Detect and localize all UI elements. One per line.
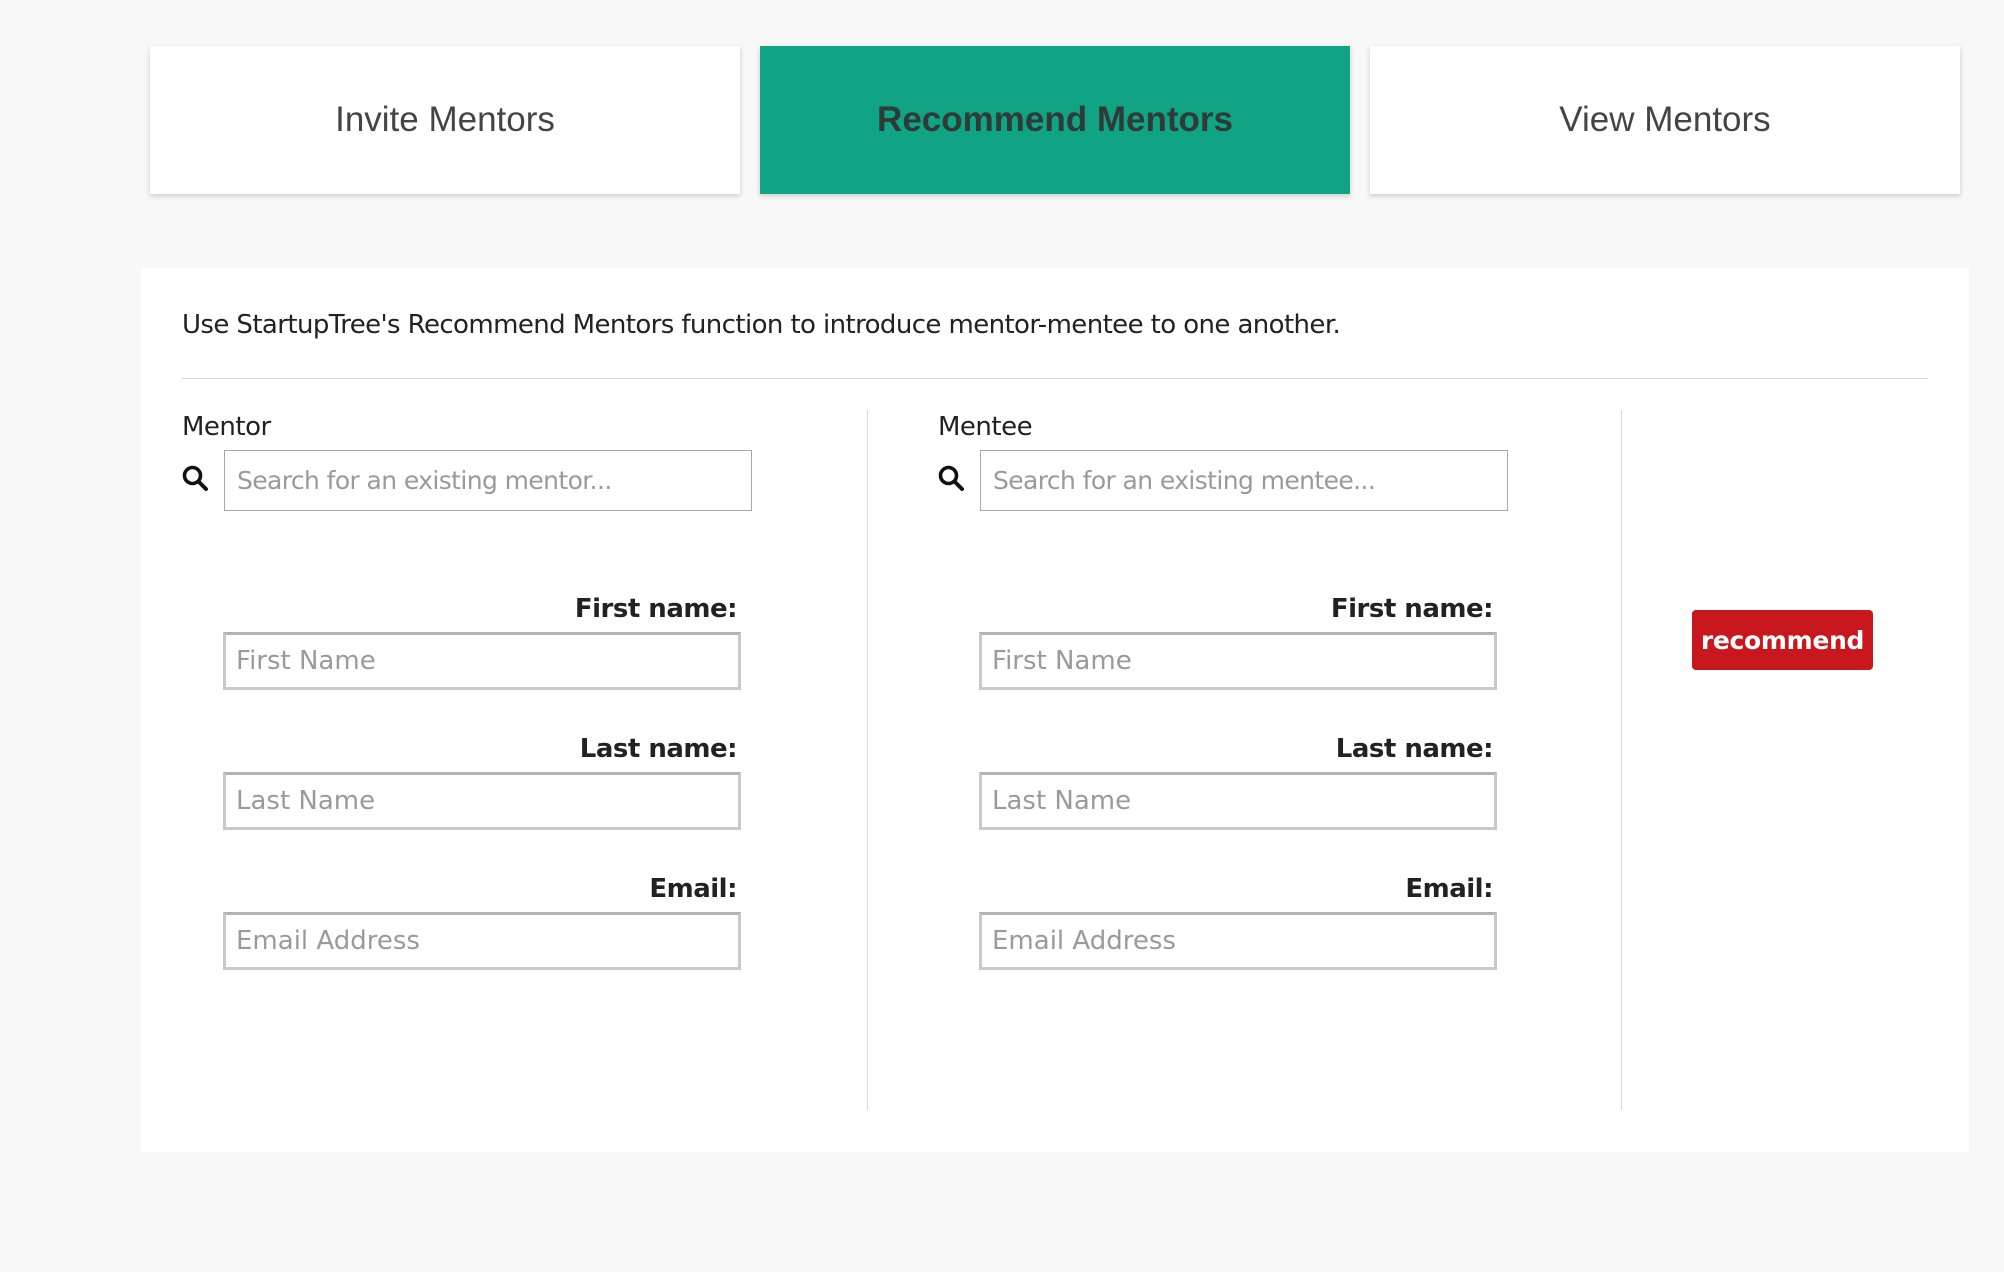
mentee-heading: Mentee xyxy=(938,412,1033,442)
divider xyxy=(182,378,1928,379)
search-icon xyxy=(182,465,208,491)
tab-invite-mentors[interactable]: Invite Mentors xyxy=(150,46,740,194)
mentor-heading: Mentor xyxy=(182,412,271,442)
intro-text: Use StartupTree's Recommend Mentors func… xyxy=(182,310,1341,340)
mentor-email-field[interactable] xyxy=(223,912,741,970)
mentee-last-name-label: Last name: xyxy=(1335,734,1494,764)
search-icon xyxy=(938,465,964,491)
mentor-first-name-field[interactable] xyxy=(223,632,741,690)
column-divider xyxy=(867,410,868,1110)
mentee-last-name-field[interactable] xyxy=(979,772,1497,830)
mentee-first-name-field[interactable] xyxy=(979,632,1497,690)
mentor-email-label: Email: xyxy=(649,874,737,904)
column-divider xyxy=(1621,410,1622,1110)
mentee-email-field[interactable] xyxy=(979,912,1497,970)
recommend-panel: Use StartupTree's Recommend Mentors func… xyxy=(141,268,1969,1152)
tab-recommend-mentors[interactable]: Recommend Mentors xyxy=(760,46,1350,194)
mentor-search-input[interactable] xyxy=(224,450,752,511)
mentor-first-name-label: First name: xyxy=(574,594,738,624)
mentor-last-name-field[interactable] xyxy=(223,772,741,830)
tab-view-mentors[interactable]: View Mentors xyxy=(1370,46,1960,194)
mentee-first-name-label: First name: xyxy=(1330,594,1494,624)
tab-bar: Invite Mentors Recommend Mentors View Me… xyxy=(150,46,1960,194)
recommend-button[interactable]: recommend xyxy=(1692,610,1873,670)
mentee-email-label: Email: xyxy=(1405,874,1493,904)
mentee-search-input[interactable] xyxy=(980,450,1508,511)
mentor-last-name-label: Last name: xyxy=(579,734,738,764)
